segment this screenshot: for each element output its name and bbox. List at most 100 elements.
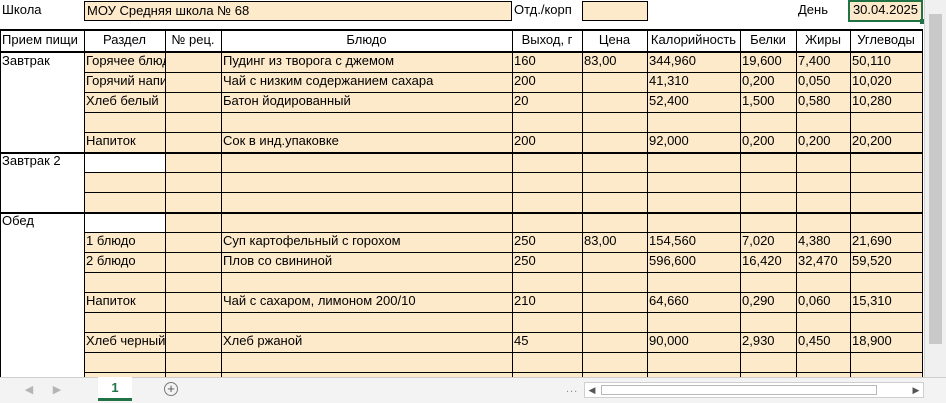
cell-price-row-2[interactable] bbox=[582, 72, 647, 92]
cell-section-row-13[interactable]: Напиток bbox=[84, 292, 165, 312]
cell-recipe-row-16[interactable] bbox=[165, 352, 221, 372]
cell-protein-row-14[interactable] bbox=[740, 312, 796, 332]
cell-kcal-row-4[interactable] bbox=[647, 112, 740, 132]
cell-dish-row-5[interactable]: Сок в инд.упаковке bbox=[221, 132, 512, 152]
column-header-meal[interactable]: Прием пищи bbox=[0, 31, 84, 51]
column-header-price[interactable]: Цена bbox=[582, 31, 647, 51]
cell-section-row-6[interactable] bbox=[84, 152, 165, 172]
cell-output-row-3[interactable]: 20 bbox=[512, 92, 582, 112]
cell-dish-row-13[interactable]: Чай с сахаром, лимоном 200/10 bbox=[221, 292, 512, 312]
cell-dish-row-6[interactable] bbox=[221, 152, 512, 172]
horizontal-scroll-thumb[interactable] bbox=[601, 385, 877, 395]
cell-recipe-row-11[interactable] bbox=[165, 252, 221, 272]
cell-dish-row-3[interactable]: Батон йодированный bbox=[221, 92, 512, 112]
cell-carbs-row-14[interactable] bbox=[850, 312, 922, 332]
cell-protein-row-2[interactable]: 0,200 bbox=[740, 72, 796, 92]
column-header-protein[interactable]: Белки bbox=[740, 31, 796, 51]
cell-price-row-13[interactable] bbox=[582, 292, 647, 312]
add-sheet-icon[interactable]: + bbox=[164, 382, 178, 396]
cell-fat-row-12[interactable] bbox=[796, 272, 850, 292]
dept-value-cell[interactable] bbox=[582, 1, 648, 21]
cell-protein-row-7[interactable] bbox=[740, 172, 796, 192]
cell-fat-row-4[interactable] bbox=[796, 112, 850, 132]
cell-recipe-row-12[interactable] bbox=[165, 272, 221, 292]
cell-kcal-row-14[interactable] bbox=[647, 312, 740, 332]
next-sheet-icon[interactable]: ▶ bbox=[48, 381, 66, 399]
cell-kcal-row-11[interactable]: 596,600 bbox=[647, 252, 740, 272]
cell-fat-row-6[interactable] bbox=[796, 152, 850, 172]
cell-protein-row-11[interactable]: 16,420 bbox=[740, 252, 796, 272]
cell-section-row-3[interactable]: Хлеб белый bbox=[84, 92, 165, 112]
meal-label-lunch[interactable]: Обед bbox=[0, 212, 84, 232]
cell-dish-row-11[interactable]: Плов со свининой bbox=[221, 252, 512, 272]
cell-carbs-row-2[interactable]: 10,020 bbox=[850, 72, 922, 92]
cell-carbs-row-12[interactable] bbox=[850, 272, 922, 292]
cell-section-row-15[interactable]: Хлеб черный bbox=[84, 332, 165, 352]
cell-protein-row-3[interactable]: 1,500 bbox=[740, 92, 796, 112]
tab-splitter-dots[interactable]: ... bbox=[566, 382, 578, 396]
vertical-scrollbar[interactable] bbox=[924, 0, 946, 377]
cell-kcal-row-1[interactable]: 344,960 bbox=[647, 52, 740, 72]
cell-kcal-row-7[interactable] bbox=[647, 172, 740, 192]
cell-dish-row-14[interactable] bbox=[221, 312, 512, 332]
cell-dish-row-1[interactable]: Пудинг из творога с джемом bbox=[221, 52, 512, 72]
cell-kcal-row-5[interactable]: 92,000 bbox=[647, 132, 740, 152]
cell-section-row-1[interactable]: Горячее блюдо bbox=[84, 52, 177, 72]
cell-output-row-6[interactable] bbox=[512, 152, 582, 172]
cell-price-row-14[interactable] bbox=[582, 312, 647, 332]
cell-fat-row-5[interactable]: 0,200 bbox=[796, 132, 850, 152]
cell-fat-row-2[interactable]: 0,050 bbox=[796, 72, 850, 92]
column-header-dish[interactable]: Блюдо bbox=[221, 31, 512, 51]
scroll-right-icon[interactable]: ▶ bbox=[909, 383, 923, 397]
cell-output-row-12[interactable] bbox=[512, 272, 582, 292]
cell-recipe-row-1[interactable] bbox=[165, 52, 221, 72]
cell-section-row-10[interactable]: 1 блюдо bbox=[84, 232, 165, 252]
cell-kcal-row-9[interactable] bbox=[647, 212, 740, 232]
cell-output-row-11[interactable]: 250 bbox=[512, 252, 582, 272]
cell-carbs-row-11[interactable]: 59,520 bbox=[850, 252, 922, 272]
cell-output-row-8[interactable] bbox=[512, 192, 582, 212]
cell-recipe-row-4[interactable] bbox=[165, 112, 221, 132]
horizontal-scrollbar[interactable]: ◀ ▶ bbox=[584, 382, 924, 398]
column-header-recipe[interactable]: № рец. bbox=[165, 31, 221, 51]
cell-price-row-15[interactable] bbox=[582, 332, 647, 352]
column-header-kcal[interactable]: Калорийность bbox=[647, 31, 740, 51]
cell-protein-row-6[interactable] bbox=[740, 152, 796, 172]
cell-price-row-11[interactable] bbox=[582, 252, 647, 272]
cell-dish-row-9[interactable] bbox=[221, 212, 512, 232]
sheet-tab-1[interactable]: 1 bbox=[98, 377, 132, 401]
cell-dish-row-2[interactable]: Чай с низким содержанием сахара bbox=[221, 72, 512, 92]
cell-section-row-11[interactable]: 2 блюдо bbox=[84, 252, 165, 272]
cell-dish-row-4[interactable] bbox=[221, 112, 512, 132]
cell-kcal-row-10[interactable]: 154,560 bbox=[647, 232, 740, 252]
cell-protein-row-12[interactable] bbox=[740, 272, 796, 292]
cell-output-row-5[interactable]: 200 bbox=[512, 132, 582, 152]
cell-section-row-2[interactable]: Горячий напиток bbox=[84, 72, 186, 92]
cell-fat-row-11[interactable]: 32,470 bbox=[796, 252, 850, 272]
cell-kcal-row-16[interactable] bbox=[647, 352, 740, 372]
cell-protein-row-9[interactable] bbox=[740, 212, 796, 232]
cell-section-row-4[interactable] bbox=[84, 112, 165, 132]
cell-section-row-12[interactable] bbox=[84, 272, 165, 292]
cell-price-row-5[interactable] bbox=[582, 132, 647, 152]
cell-fat-row-7[interactable] bbox=[796, 172, 850, 192]
column-header-section[interactable]: Раздел bbox=[84, 31, 165, 51]
cell-kcal-row-6[interactable] bbox=[647, 152, 740, 172]
school-value-cell[interactable]: МОУ Средняя школа № 68 bbox=[84, 1, 512, 21]
cell-fat-row-16[interactable] bbox=[796, 352, 850, 372]
meal-label-breakfast[interactable]: Завтрак bbox=[0, 52, 84, 72]
cell-section-row-7[interactable] bbox=[84, 172, 165, 192]
cell-recipe-row-5[interactable] bbox=[165, 132, 221, 152]
cell-kcal-row-3[interactable]: 52,400 bbox=[647, 92, 740, 112]
cell-output-row-9[interactable] bbox=[512, 212, 582, 232]
meal-label-breakfast2[interactable]: Завтрак 2 bbox=[0, 152, 84, 172]
cell-output-row-15[interactable]: 45 bbox=[512, 332, 582, 352]
cell-dish-row-10[interactable]: Суп картофельный с горохом bbox=[221, 232, 512, 252]
cell-output-row-14[interactable] bbox=[512, 312, 582, 332]
cell-output-row-7[interactable] bbox=[512, 172, 582, 192]
cell-kcal-row-15[interactable]: 90,000 bbox=[647, 332, 740, 352]
cell-dish-row-15[interactable]: Хлеб ржаной bbox=[221, 332, 512, 352]
cell-price-row-8[interactable] bbox=[582, 192, 647, 212]
cell-section-row-16[interactable] bbox=[84, 352, 165, 372]
cell-protein-row-4[interactable] bbox=[740, 112, 796, 132]
